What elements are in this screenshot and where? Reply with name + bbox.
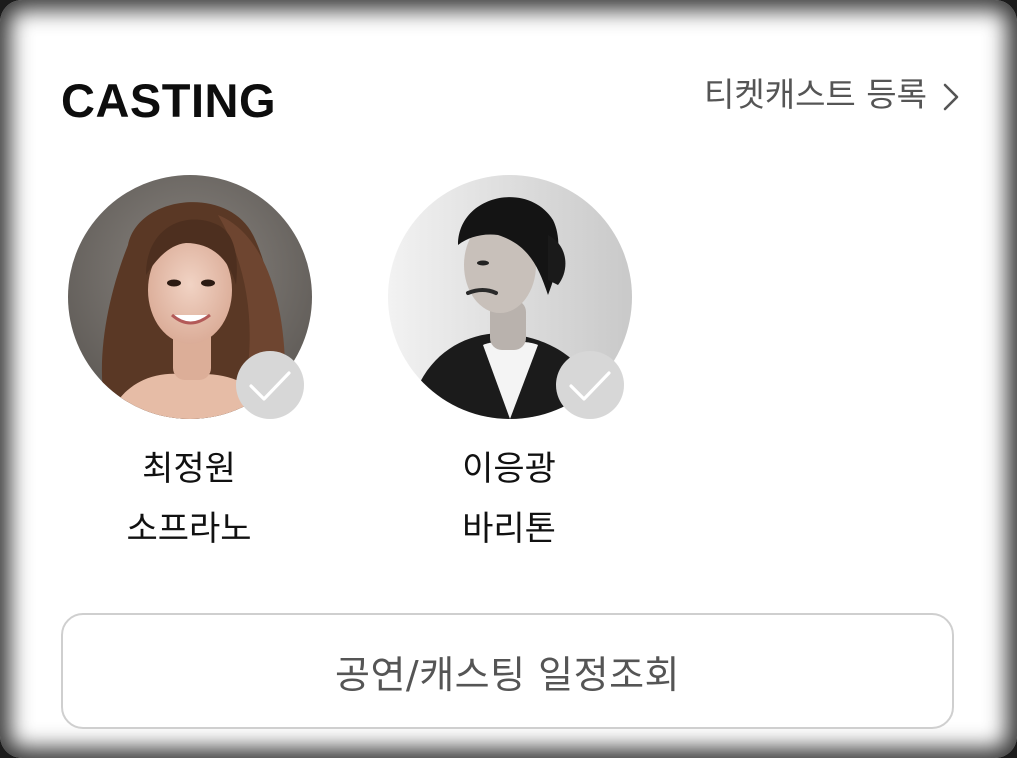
casting-panel: CASTING 티켓캐스트 등록 최정원 소프라노 이응광 바리톤 공연/캐스팅… (0, 0, 1017, 758)
cast-name: 최정원 (142, 449, 236, 489)
check-icon (236, 351, 304, 419)
cast-card[interactable]: 최정원 소프라노 (64, 173, 314, 563)
cast-photo-button[interactable] (64, 173, 314, 423)
cast-role: 소프라노 (126, 509, 252, 549)
section-title: CASTING (61, 74, 276, 127)
cast-photo-button[interactable] (384, 173, 634, 423)
ticketcast-register-link[interactable]: 티켓캐스트 등록 (704, 74, 961, 116)
ticketcast-register-label: 티켓캐스트 등록 (703, 75, 927, 114)
cast-role: 바리톤 (462, 509, 556, 549)
schedule-lookup-button[interactable]: 공연/캐스팅 일정조회 (61, 613, 954, 729)
cast-name: 이응광 (462, 449, 556, 489)
check-icon (556, 351, 624, 419)
chevron-right-icon (941, 80, 961, 111)
cast-card[interactable]: 이응광 바리톤 (384, 173, 634, 563)
